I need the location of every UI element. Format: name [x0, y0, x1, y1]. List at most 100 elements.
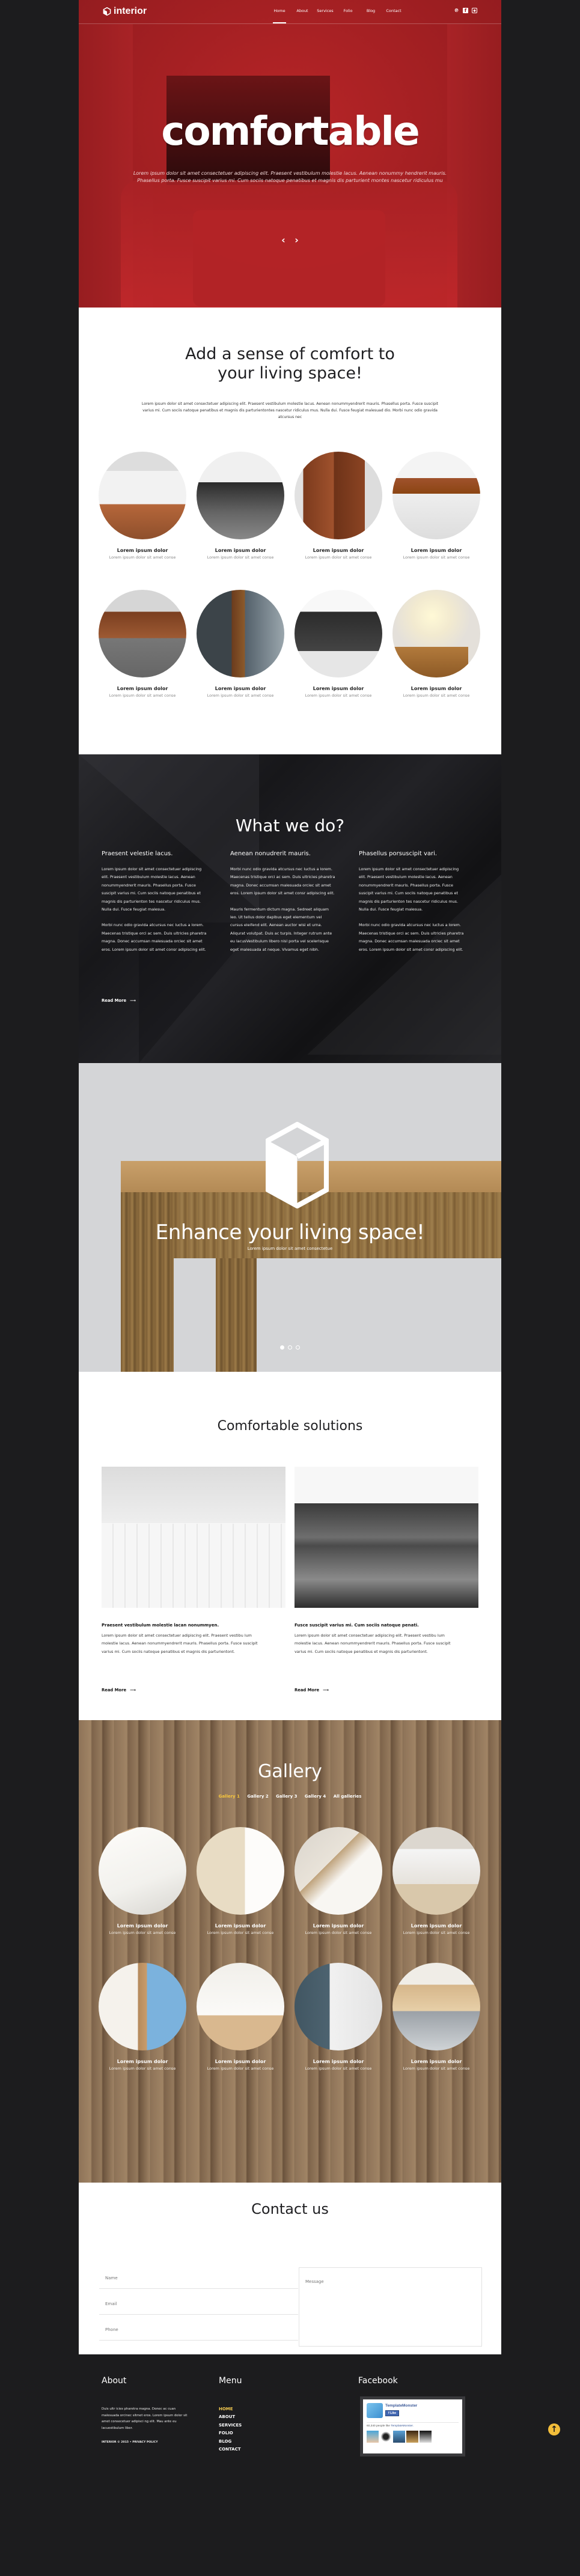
gallery-item[interactable]: Lorem ipsum dolor Lorem ipsum dolor sit a… [197, 1827, 284, 1935]
gallery-item[interactable]: Lorem ipsum dolor Lorem ipsum dolor sit a… [295, 1827, 382, 1935]
hero-title: comfortable [161, 108, 420, 154]
slider-dot[interactable] [279, 1345, 284, 1350]
tab-gallery-4[interactable]: Gallery 4 [305, 1794, 326, 1799]
tab-gallery-3[interactable]: Gallery 3 [276, 1794, 297, 1799]
tab-all-galleries[interactable]: All galleries [334, 1794, 362, 1799]
nav-home[interactable]: Home [268, 8, 291, 24]
fb-like-count: 60,340 people like TemplateMonster. [367, 2425, 414, 2428]
feature-item[interactable]: Lorem ipsum dolor Lorem ipsum dolor sit a… [295, 590, 382, 698]
nav-about[interactable]: About [291, 8, 314, 24]
read-more-link[interactable]: Read More ⟶ [102, 998, 136, 1003]
gallery-item[interactable]: Lorem ipsum dolor Lorem ipsum dolor sit a… [99, 1827, 186, 1935]
arrow-right-icon: ⟶ [130, 1688, 136, 1693]
gallery-row-2: Lorem ipsum dolor Lorem ipsum dolor sit a… [99, 1963, 481, 2071]
feature-item[interactable]: Lorem ipsum dolor Lorem ipsum dolor sit a… [99, 452, 186, 560]
nav-services[interactable]: Services [314, 8, 337, 24]
comfort-section: Add a sense of comfort to your living sp… [79, 308, 501, 754]
feature-item[interactable]: Lorem ipsum dolor Lorem ipsum dolor sit a… [99, 590, 186, 698]
pinterest-icon[interactable]: ℗ [454, 8, 459, 13]
solution-card: Praesent vestibulum molestie lacan nonum… [102, 1467, 285, 1693]
enhance-subtitle: Lorem ipsum dolor sit amet consectetue [247, 1246, 333, 1251]
nav-contact[interactable]: Contact [382, 8, 405, 24]
comfort-title: Add a sense of comfort to your living sp… [185, 345, 395, 383]
contact-title: Contact us [251, 2201, 329, 2217]
footer-about-text: Duis ultr icies pharetra magna. Donec ac… [102, 2407, 188, 2430]
gallery-section: Gallery Gallery 1 Gallery 2 Gallery 3 Ga… [79, 1720, 501, 2183]
logo-text: interior [114, 6, 147, 16]
gallery-row-1: Lorem ipsum dolor Lorem ipsum dolor sit a… [99, 1827, 481, 1935]
facebook-icon[interactable]: f [463, 8, 468, 13]
footer-nav-services[interactable]: SERVICES [219, 2422, 242, 2429]
what-we-do-title: What we do? [235, 816, 345, 835]
scroll-to-top-button[interactable]: ↑ [548, 2423, 560, 2435]
gallery-item[interactable]: Lorem ipsum dolor Lorem ipsum dolor sit a… [392, 1827, 480, 1935]
contact-section: Contact us Clear ⟶ Send ⟶ [79, 2183, 501, 2362]
feature-grid-row-1: Lorem ipsum dolor Lorem ipsum dolor sit a… [99, 452, 481, 560]
fb-faces [367, 2431, 432, 2443]
fan-avatar[interactable] [420, 2431, 432, 2443]
table-leg-image [197, 590, 284, 677]
logo[interactable]: interior [103, 6, 147, 17]
nav-folio[interactable]: Folio [337, 8, 359, 24]
footer-menu-title: Menu [219, 2376, 242, 2386]
slider-pagination [79, 1341, 501, 1352]
gallery-image [295, 1963, 382, 2050]
feature-item[interactable]: Lorem ipsum dolor Lorem ipsum dolor sit a… [197, 590, 284, 698]
fan-avatar[interactable] [393, 2431, 405, 2443]
read-more-link[interactable]: Read More ⟶ [102, 1688, 136, 1693]
footer-nav-home[interactable]: HOME [219, 2405, 242, 2413]
email-field[interactable] [99, 2294, 298, 2315]
social-links: ℗ f ● [454, 8, 477, 13]
slider-dot[interactable] [296, 1345, 301, 1350]
comfort-intro: Lorem ipsum dolor sit amet consectetuer … [141, 402, 439, 419]
footer-nav-contact[interactable]: CONTACT [219, 2446, 242, 2453]
main-menu: Home About Services Folio Blog Contact [268, 8, 405, 24]
phone-field[interactable] [99, 2320, 298, 2341]
fb-page-name[interactable]: TemplateMonster [385, 2404, 417, 2408]
gallery-image [99, 1963, 186, 2050]
gallery-item[interactable]: Lorem ipsum dolor Lorem ipsum dolor sit a… [295, 1963, 382, 2071]
hero-section: interior Home About Services Folio Blog … [79, 0, 501, 308]
footer-nav-about[interactable]: ABOUT [219, 2413, 242, 2421]
gallery-tabs: Gallery 1 Gallery 2 Gallery 3 Gallery 4 … [79, 1794, 501, 1799]
tab-gallery-1[interactable]: Gallery 1 [219, 1794, 240, 1799]
slider-dot[interactable] [288, 1345, 292, 1350]
feature-item[interactable]: Lorem ipsum dolor Lorem ipsum dolor sit a… [197, 452, 284, 560]
gallery-image [392, 1827, 480, 1915]
gallery-item[interactable]: Lorem ipsum dolor Lorem ipsum dolor sit a… [392, 1963, 480, 2071]
solutions-section: Comfortable solutions Praesent vestibulu… [79, 1372, 501, 1720]
cube-icon [103, 7, 111, 16]
hero-slider-controls: ‹ › [79, 234, 501, 246]
chevron-left-icon[interactable]: ‹ [281, 234, 285, 246]
feature-item[interactable]: Lorem ipsum dolor Lorem ipsum dolor sit a… [392, 590, 480, 698]
fb-like-button[interactable]: f Like [385, 2410, 400, 2416]
message-field[interactable] [299, 2267, 482, 2347]
gallery-image [197, 1827, 284, 1915]
read-more-link[interactable]: Read More ⟶ [295, 1688, 329, 1693]
page: interior Home About Services Folio Blog … [0, 0, 580, 2576]
fan-avatar[interactable] [367, 2431, 379, 2443]
name-field[interactable] [99, 2268, 298, 2289]
gallery-item[interactable]: Lorem ipsum dolor Lorem ipsum dolor sit a… [99, 1963, 186, 2071]
tab-gallery-2[interactable]: Gallery 2 [247, 1794, 268, 1799]
fan-avatar[interactable] [406, 2431, 418, 2443]
fb-page-avatar[interactable] [367, 2403, 383, 2418]
service-column: Phasellus porsuscipit vari. Lorem ipsum … [359, 850, 464, 952]
privacy-policy-link[interactable]: PRIVACY POLICY [132, 2441, 157, 2444]
table-image [392, 452, 480, 539]
enhance-title: Enhance your living space! [155, 1220, 425, 1244]
arrow-right-icon: ⟶ [130, 998, 136, 1003]
what-we-do-section: What we do? Praesent velestie lacus. Lor… [79, 754, 501, 1063]
footer-nav-blog[interactable]: BLOG [219, 2438, 242, 2446]
instagram-icon[interactable]: ● [472, 8, 477, 13]
nav-blog[interactable]: Blog [359, 8, 382, 24]
service-column: Aenean nonudrerit mauris. Morbi nunc odi… [230, 850, 335, 952]
gallery-image [295, 1827, 382, 1915]
fan-avatar[interactable] [380, 2431, 392, 2443]
footer-nav-folio[interactable]: FOLIO [219, 2429, 242, 2437]
gallery-item[interactable]: Lorem ipsum dolor Lorem ipsum dolor sit a… [197, 1963, 284, 2071]
chevron-right-icon[interactable]: › [295, 234, 299, 246]
feature-item[interactable]: Lorem ipsum dolor Lorem ipsum dolor sit a… [392, 452, 480, 560]
feature-grid-row-2: Lorem ipsum dolor Lorem ipsum dolor sit a… [99, 590, 481, 698]
feature-item[interactable]: Lorem ipsum dolor Lorem ipsum dolor sit a… [295, 452, 382, 560]
